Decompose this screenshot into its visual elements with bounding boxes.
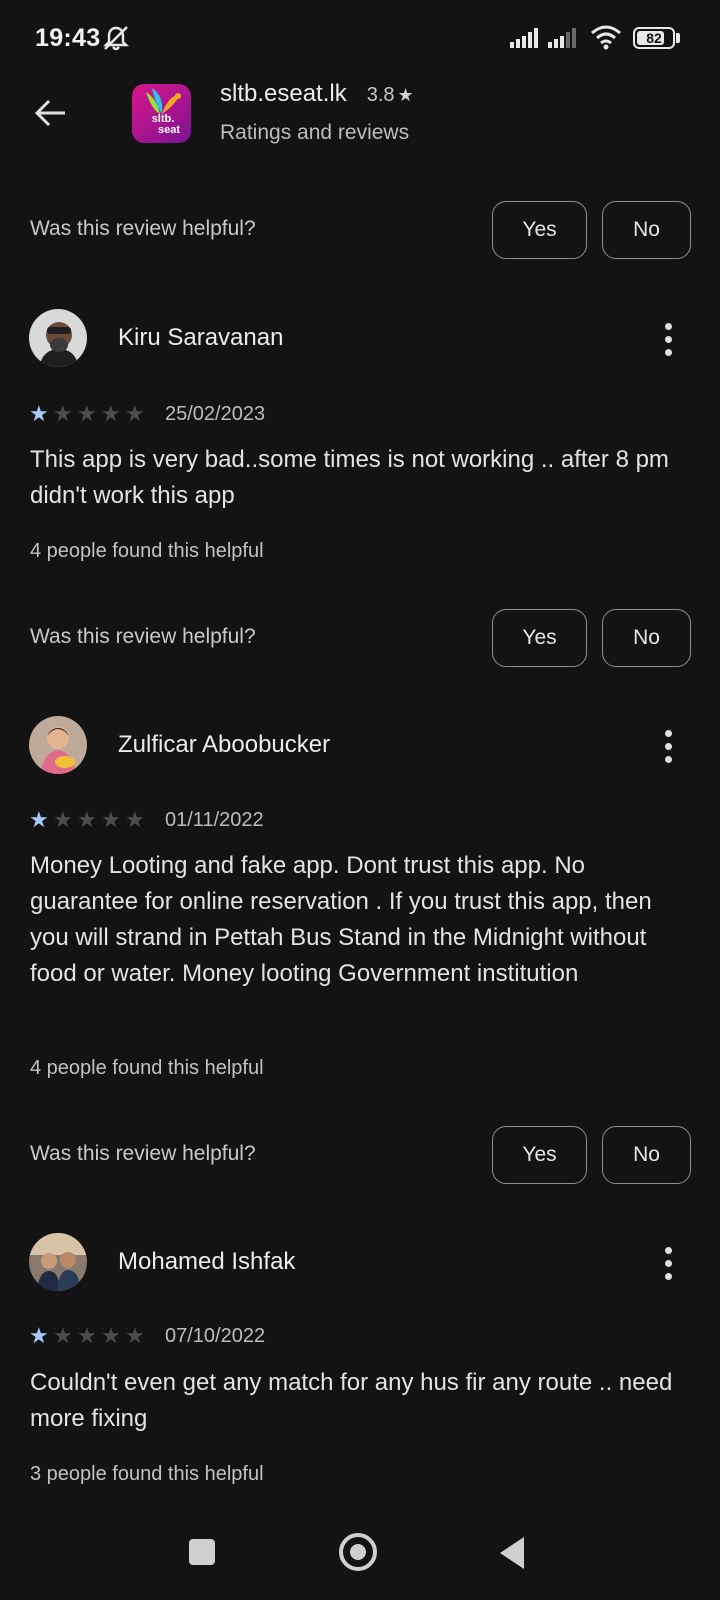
app-icon: sltb. seat [132, 84, 191, 143]
battery-tip [676, 33, 680, 43]
back-arrow-icon [34, 99, 65, 127]
status-time: 19:43 [35, 24, 101, 52]
star-icon: ★ [29, 401, 49, 426]
page-subtitle: Ratings and reviews [220, 121, 410, 144]
star-icon: ★ [101, 807, 121, 832]
signal-strength-icon [510, 28, 538, 48]
review-header: Mohamed Ishfak [0, 1233, 720, 1293]
helpful-question: Was this review helpful? [30, 625, 256, 648]
system-nav-bar [0, 1510, 720, 1600]
star-icon: ★ [77, 807, 97, 832]
star-icon: ★ [77, 401, 97, 426]
avatar[interactable] [29, 309, 87, 367]
helpful-yes-button[interactable]: Yes [492, 1126, 587, 1184]
home-dot [350, 1544, 366, 1560]
avatar-image [29, 1233, 87, 1291]
battery-percent: 82 [646, 30, 662, 46]
app-rating: 3.8 [366, 84, 395, 106]
star-icon: ★ [29, 1323, 49, 1348]
helpful-count: 3 people found this helpful [30, 1463, 264, 1485]
more-options-button[interactable] [650, 319, 686, 359]
review-text: Money Looting and fake app. Dont trust t… [30, 852, 652, 987]
star-icon: ★ [101, 1323, 121, 1348]
app-icon-label: sltb. seat [151, 113, 181, 136]
reviewer-name: Zulficar Aboobucker [118, 731, 331, 758]
review-stars-row: ★ ★ ★ ★ ★ 25/02/2023 [29, 399, 265, 429]
status-bar: 19:43 82 [0, 0, 720, 78]
avatar-image [29, 309, 87, 367]
signal-strength-icon-2 [548, 28, 576, 48]
reviewer-name: Kiru Saravanan [118, 324, 284, 351]
star-icon: ★ [125, 1323, 145, 1348]
app-title-row: sltb.eseat.lk 3.8 ★ [220, 80, 414, 108]
star-icon: ★ [77, 1323, 97, 1348]
review-stars-row: ★ ★ ★ ★ ★ 07/10/2022 [29, 1321, 265, 1351]
review-date: 25/02/2023 [165, 402, 266, 425]
star-icon: ★ [53, 807, 73, 832]
more-options-button[interactable] [650, 726, 686, 766]
avatar-image [29, 716, 87, 774]
star-icon: ★ [29, 807, 49, 832]
review-stars-row: ★ ★ ★ ★ ★ 01/11/2022 [29, 805, 264, 835]
more-options-button[interactable] [650, 1243, 686, 1283]
helpful-count: 4 people found this helpful [30, 540, 264, 562]
star-icon: ★ [53, 1323, 73, 1348]
mute-notifications-icon [103, 26, 129, 51]
back-button[interactable] [28, 90, 74, 136]
helpful-count: 4 people found this helpful [30, 1057, 264, 1079]
helpful-yes-button[interactable]: Yes [492, 609, 587, 667]
helpful-question: Was this review helpful? [30, 217, 256, 240]
battery-indicator: 82 [633, 27, 675, 49]
reviewer-name: Mohamed Ishfak [118, 1248, 296, 1275]
review-header: Kiru Saravanan [0, 309, 720, 369]
ratings-reviews-screen: 19:43 82 sltb. seat sltb.eseat.lk 3.8 ★ … [0, 0, 720, 1600]
avatar[interactable] [29, 1233, 87, 1291]
recent-apps-button[interactable] [189, 1539, 215, 1565]
helpful-no-button[interactable]: No [602, 201, 691, 259]
nav-back-button[interactable] [500, 1537, 524, 1569]
helpful-prompt-row: Was this review helpful? Yes No [0, 1126, 720, 1186]
review-date: 01/11/2022 [165, 808, 264, 831]
app-title: sltb.eseat.lk [220, 80, 347, 107]
star-icon: ★ [53, 401, 73, 426]
review-text: This app is very bad..some times is not … [30, 446, 669, 509]
star-icon: ★ [125, 807, 145, 832]
helpful-no-button[interactable]: No [602, 609, 691, 667]
review-header: Zulficar Aboobucker [0, 716, 720, 776]
wifi-icon [591, 25, 621, 50]
star-icon: ★ [101, 401, 121, 426]
review-text: Couldn't even get any match for any hus … [30, 1369, 673, 1432]
helpful-question: Was this review helpful? [30, 1142, 256, 1165]
helpful-prompt-row: Was this review helpful? Yes No [0, 201, 720, 261]
helpful-no-button[interactable]: No [602, 1126, 691, 1184]
home-button[interactable] [339, 1533, 377, 1571]
helpful-prompt-row: Was this review helpful? Yes No [0, 609, 720, 669]
review-date: 07/10/2022 [165, 1324, 266, 1347]
rating-star-icon: ★ [397, 85, 414, 105]
avatar[interactable] [29, 716, 87, 774]
star-icon: ★ [125, 401, 145, 426]
helpful-yes-button[interactable]: Yes [492, 201, 587, 259]
